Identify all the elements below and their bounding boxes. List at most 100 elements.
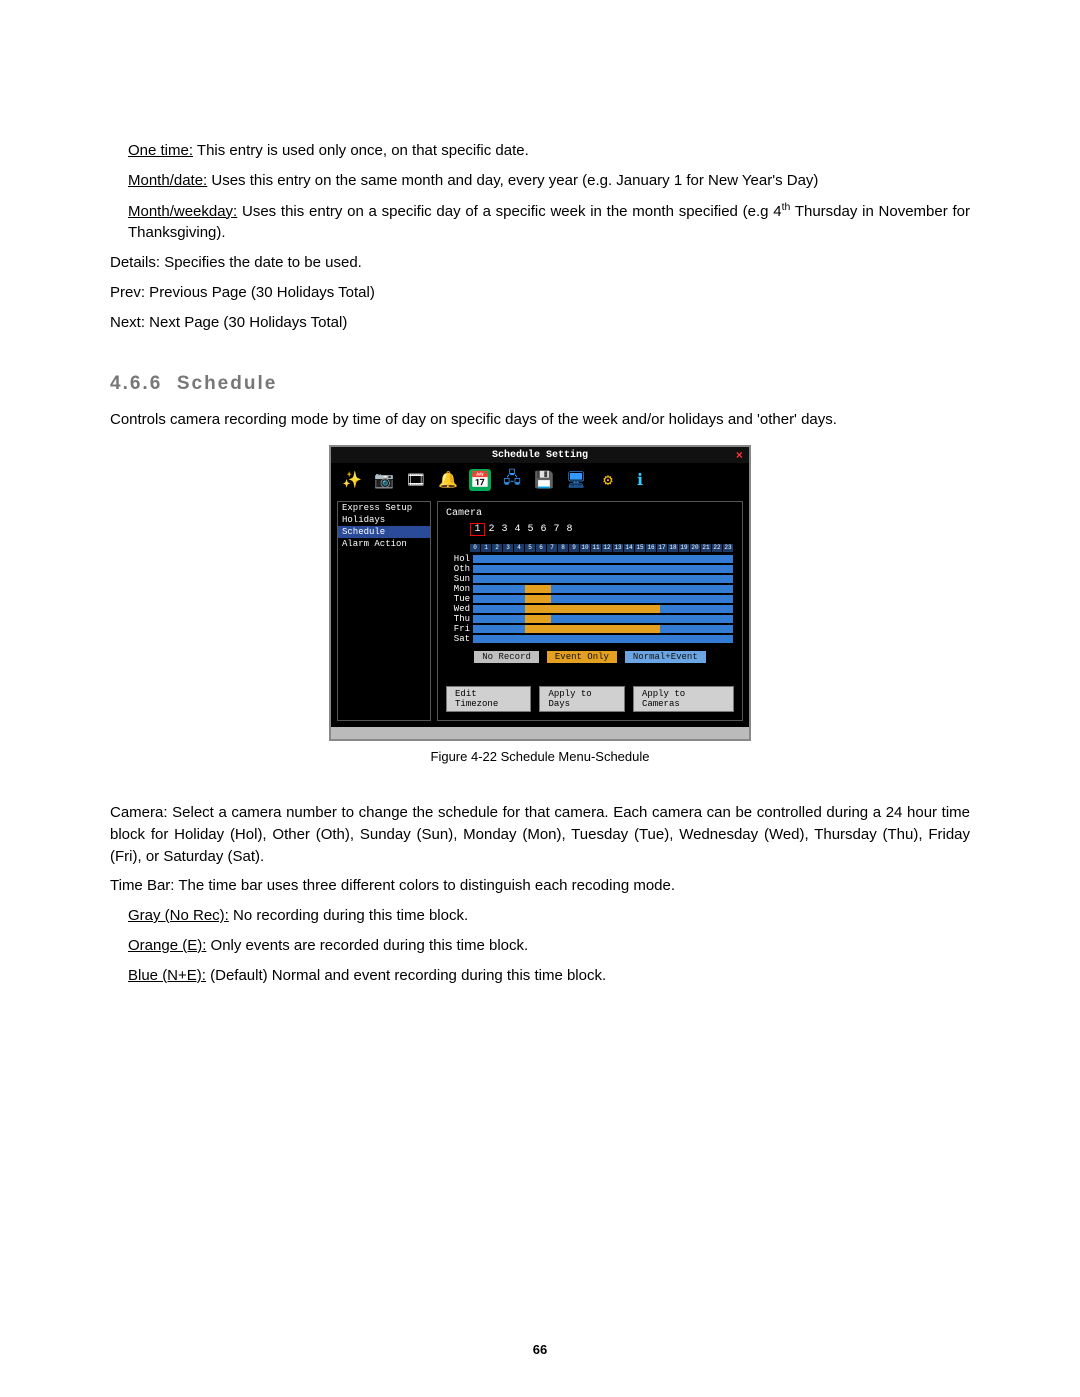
event-segment	[525, 595, 551, 603]
label: Month/weekday:	[128, 203, 237, 220]
event-segment	[525, 605, 660, 613]
document-page: One time: This entry is used only once, …	[0, 0, 1080, 1397]
label: Month/date:	[128, 172, 207, 189]
day-label: Hol	[446, 554, 472, 564]
camera-desc: Camera: Select a camera number to change…	[110, 802, 970, 867]
day-label: Oth	[446, 564, 472, 574]
sidebar-item-schedule[interactable]: Schedule	[338, 526, 430, 538]
edit-timezone-button[interactable]: Edit Timezone	[446, 686, 531, 712]
hour-19: 19	[679, 544, 690, 552]
action-buttons: Edit Timezone Apply to Days Apply to Cam…	[446, 686, 734, 712]
day-label: Sat	[446, 634, 472, 644]
camera-4[interactable]: 4	[511, 524, 524, 535]
sidebar-item-holidays[interactable]: Holidays	[338, 514, 430, 526]
figure-caption: Figure 4-22 Schedule Menu-Schedule	[110, 749, 970, 764]
camera-8[interactable]: 8	[563, 524, 576, 535]
day-label: Tue	[446, 594, 472, 604]
key: Next:	[110, 314, 145, 331]
day-row-tue: Tue	[446, 594, 734, 604]
hour-14: 14	[624, 544, 635, 552]
day-label: Wed	[446, 604, 472, 614]
intro-para: Controls camera recording mode by time o…	[110, 409, 970, 431]
apply-to-cameras-button[interactable]: Apply to Cameras	[633, 686, 734, 712]
val: Select a camera number to change the sch…	[110, 804, 970, 865]
hour-7: 7	[547, 544, 558, 552]
day-bar[interactable]	[472, 604, 734, 614]
day-bar[interactable]	[472, 584, 734, 594]
key: Time Bar:	[110, 877, 174, 894]
day-row-sat: Sat	[446, 634, 734, 644]
info-icon[interactable]: ℹ	[629, 469, 651, 491]
day-bar[interactable]	[472, 564, 734, 574]
window-title: Schedule Setting	[492, 450, 588, 461]
window-footer	[331, 727, 749, 739]
text: Uses this entry on the same month and da…	[207, 172, 818, 189]
val: Previous Page (30 Holidays Total)	[145, 284, 375, 301]
entry-one-time: One time: This entry is used only once, …	[110, 140, 970, 162]
text-a: Uses this entry on a specific day of a s…	[237, 203, 781, 220]
alarm-icon[interactable]: 🔔	[437, 469, 459, 491]
hour-1: 1	[481, 544, 492, 552]
sidebar-item-alarm-action[interactable]: Alarm Action	[338, 538, 430, 550]
entry-month-date: Month/date: Uses this entry on the same …	[110, 170, 970, 192]
camera-2[interactable]: 2	[485, 524, 498, 535]
next-line: Next: Next Page (30 Holidays Total)	[110, 312, 970, 334]
legend: No Record Event Only Normal+Event	[446, 650, 734, 664]
system-icon[interactable]: ⚙	[597, 469, 619, 491]
day-bar[interactable]	[472, 594, 734, 604]
screenshot-container: Schedule Setting × ✨ 📷 🎞 🔔 📅 🖧 💾 🖥 ⚙ ℹ E…	[110, 445, 970, 741]
schedule-icon[interactable]: 📅	[469, 469, 491, 491]
event-segment	[525, 585, 551, 593]
disk-icon[interactable]: 💾	[533, 469, 555, 491]
hour-22: 22	[712, 544, 723, 552]
wizard-icon[interactable]: ✨	[341, 469, 363, 491]
day-bar[interactable]	[472, 634, 734, 644]
hour-5: 5	[525, 544, 536, 552]
day-bar[interactable]	[472, 554, 734, 564]
color-blue: Blue (N+E): (Default) Normal and event r…	[110, 965, 970, 987]
legend-event-only: Event Only	[546, 650, 618, 664]
timebar-desc: Time Bar: The time bar uses three differ…	[110, 875, 970, 897]
hour-4: 4	[514, 544, 525, 552]
label: Gray (No Rec):	[128, 907, 229, 924]
details-line: Details: Specifies the date to be used.	[110, 252, 970, 274]
camera-6[interactable]: 6	[537, 524, 550, 535]
color-gray: Gray (No Rec): No recording during this …	[110, 905, 970, 927]
day-label: Thu	[446, 614, 472, 624]
display-icon[interactable]: 🖥	[565, 469, 587, 491]
record-icon[interactable]: 🎞	[405, 469, 427, 491]
camera-1[interactable]: 1	[470, 523, 485, 536]
camera-7[interactable]: 7	[550, 524, 563, 535]
day-bar[interactable]	[472, 624, 734, 634]
camera-icon[interactable]: 📷	[373, 469, 395, 491]
camera-5[interactable]: 5	[524, 524, 537, 535]
sidebar-item-express-setup[interactable]: Express Setup	[338, 502, 430, 514]
day-label: Sun	[446, 574, 472, 584]
close-icon[interactable]: ×	[736, 449, 743, 463]
hour-0: 0	[470, 544, 481, 552]
hour-21: 21	[701, 544, 712, 552]
day-row-thu: Thu	[446, 614, 734, 624]
day-row-oth: Oth	[446, 564, 734, 574]
val: Next Page (30 Holidays Total)	[145, 314, 347, 331]
sidebar: Express SetupHolidaysScheduleAlarm Actio…	[337, 501, 431, 721]
hour-23: 23	[723, 544, 734, 552]
day-row-mon: Mon	[446, 584, 734, 594]
camera-3[interactable]: 3	[498, 524, 511, 535]
hour-9: 9	[569, 544, 580, 552]
event-segment	[525, 625, 660, 633]
val: The time bar uses three different colors…	[174, 877, 675, 894]
key: Details:	[110, 254, 160, 271]
legend-no-record: No Record	[473, 650, 540, 664]
main-panel: Camera 12345678 012345678910111213141516…	[437, 501, 743, 721]
hour-11: 11	[591, 544, 602, 552]
toolbar: ✨ 📷 🎞 🔔 📅 🖧 💾 🖥 ⚙ ℹ	[331, 463, 749, 501]
apply-to-days-button[interactable]: Apply to Days	[539, 686, 624, 712]
network-icon[interactable]: 🖧	[501, 469, 523, 491]
hour-16: 16	[646, 544, 657, 552]
window-titlebar: Schedule Setting ×	[331, 447, 749, 463]
day-bar[interactable]	[472, 614, 734, 624]
schedule-setting-window: Schedule Setting × ✨ 📷 🎞 🔔 📅 🖧 💾 🖥 ⚙ ℹ E…	[329, 445, 751, 741]
day-bar[interactable]	[472, 574, 734, 584]
day-row-wed: Wed	[446, 604, 734, 614]
